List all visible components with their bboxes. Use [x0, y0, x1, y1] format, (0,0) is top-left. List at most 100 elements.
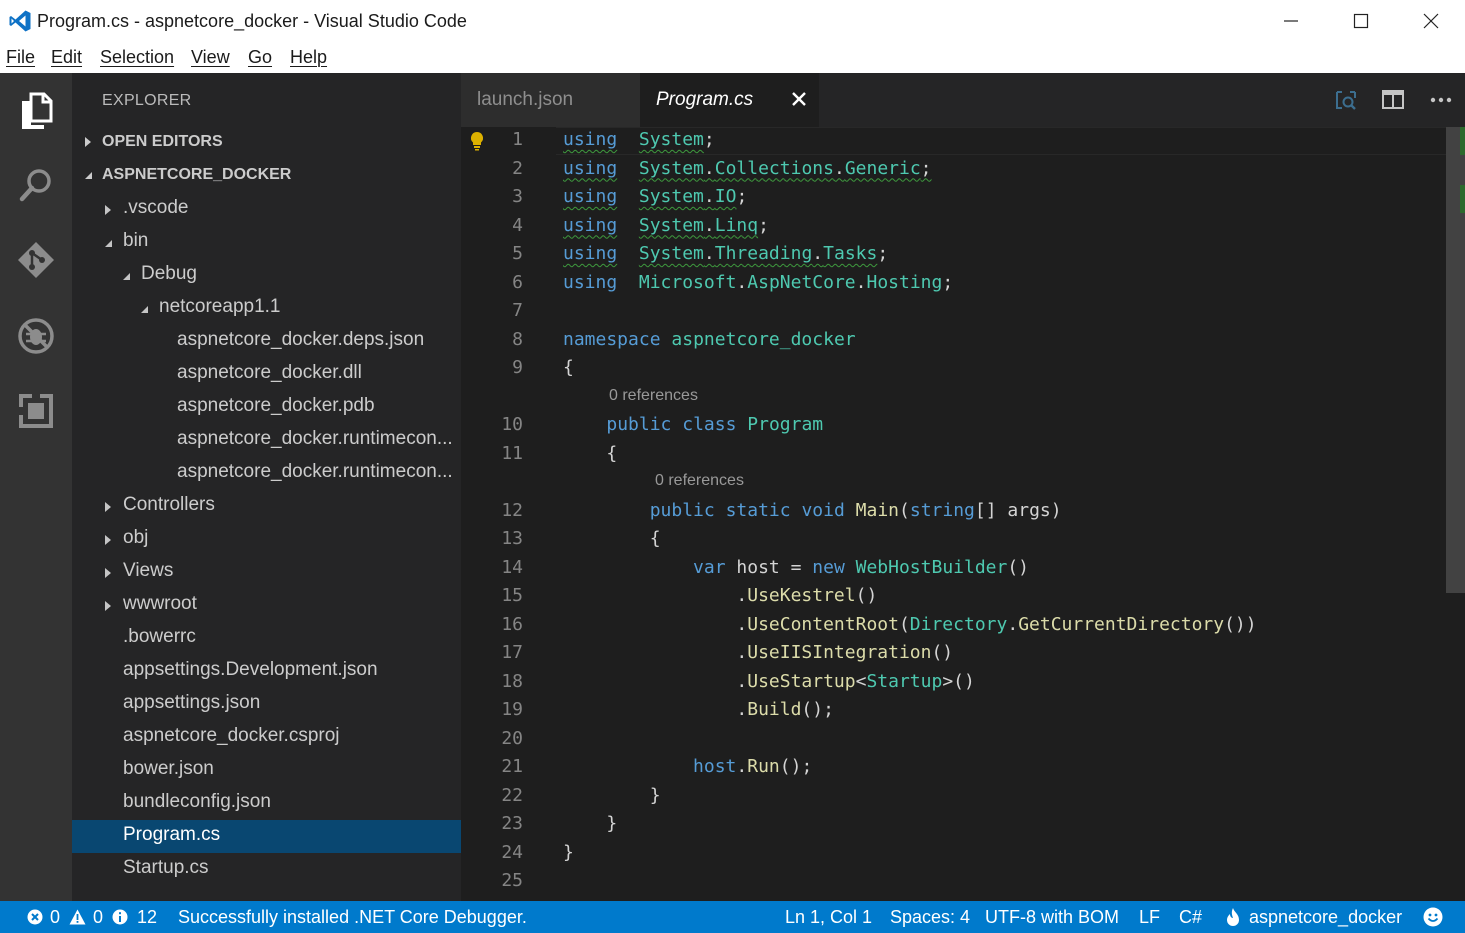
tree-file[interactable]: bundleconfig.json: [72, 787, 461, 820]
tree-file[interactable]: aspnetcore_docker.dll: [72, 358, 461, 391]
tab-label: launch.json: [477, 89, 574, 110]
code-token: UseStartup: [747, 670, 856, 692]
project-selector[interactable]: aspnetcore_docker: [1249, 907, 1402, 928]
code-token: Directory: [909, 613, 1008, 635]
code-token: Main: [855, 499, 900, 521]
git-activity-button[interactable]: [12, 236, 60, 284]
code-line: 1 using System;: [461, 127, 1446, 155]
overview-ruler-mark: [1460, 127, 1465, 155]
tree-file[interactable]: aspnetcore_docker.runtimecon...: [72, 457, 461, 490]
code-token: using: [563, 186, 618, 207]
code-line: 17 .UseIISIntegration(): [461, 640, 1446, 668]
code-line: 3 using System.IO;: [461, 184, 1446, 212]
code-token: ;: [736, 186, 748, 207]
line-number: 25: [501, 870, 523, 891]
code-token: class: [682, 414, 737, 435]
editor-scrollbar[interactable]: [1446, 127, 1465, 901]
tree-folder[interactable]: Debug: [72, 259, 461, 292]
tab-launch-json[interactable]: launch.json: [461, 73, 640, 127]
code-editor[interactable]: 1 using System; 2 using System.Collections.…: [461, 127, 1465, 901]
tree-folder[interactable]: Controllers: [72, 490, 461, 523]
language-mode[interactable]: C#: [1179, 907, 1202, 928]
code-token: using: [563, 271, 618, 293]
tree-folder[interactable]: bin: [72, 226, 461, 259]
code-line: 23 }: [461, 811, 1446, 839]
error-count[interactable]: 0: [50, 907, 60, 928]
line-content: .Build();: [563, 699, 834, 720]
info-count[interactable]: 12: [137, 907, 157, 928]
encoding-setting[interactable]: UTF-8 with BOM: [985, 907, 1119, 928]
tree-file[interactable]: aspnetcore_docker.runtimecon...: [72, 424, 461, 457]
code-line: 2 using System.Collections.Generic;: [461, 156, 1446, 184]
code-token: namespace: [563, 328, 661, 350]
tree-item-label: Startup.cs: [123, 857, 209, 878]
code-token: System: [638, 129, 704, 150]
codelens-references[interactable]: 0 references: [609, 387, 698, 405]
line-content: .UseKestrel(): [563, 585, 877, 606]
error-icon[interactable]: [27, 909, 43, 925]
code-token: .: [736, 756, 748, 777]
tree-folder[interactable]: netcoreapp1.1: [72, 292, 461, 325]
line-number: 2: [512, 157, 523, 179]
debug-activity-button[interactable]: [12, 312, 60, 360]
close-tab-icon[interactable]: [790, 90, 808, 108]
code-token: Build: [747, 699, 802, 720]
extensions-activity-button[interactable]: [12, 387, 60, 435]
project-header[interactable]: ASPNETCORE_DOCKER: [72, 159, 461, 192]
tree-file[interactable]: aspnetcore_docker.deps.json: [72, 325, 461, 358]
menu-selection[interactable]: Selection: [100, 47, 174, 68]
code-token: public: [606, 414, 672, 435]
search-activity-button[interactable]: [12, 161, 60, 209]
tree-folder[interactable]: wwwroot: [72, 589, 461, 622]
line-number: 1: [512, 129, 523, 150]
minimize-button[interactable]: [1256, 0, 1326, 42]
code-line: 14 var host = new WebHostBuilder(): [461, 555, 1446, 583]
tree-file[interactable]: Program.cs: [72, 820, 461, 853]
feedback-smiley-icon[interactable]: [1423, 907, 1443, 927]
menu-file[interactable]: File: [6, 47, 35, 68]
explorer-activity-button[interactable]: [12, 87, 60, 135]
close-window-button[interactable]: [1396, 0, 1465, 42]
flame-icon[interactable]: [1225, 907, 1241, 927]
open-editors-header[interactable]: OPEN EDITORS: [72, 126, 461, 159]
maximize-button[interactable]: [1326, 0, 1396, 42]
menu-view[interactable]: View: [191, 47, 230, 68]
tree-folder[interactable]: obj: [72, 523, 461, 556]
tree-file[interactable]: appsettings.Development.json: [72, 655, 461, 688]
tree-file[interactable]: .bowerrc: [72, 622, 461, 655]
line-number: 10: [501, 414, 523, 435]
codelens-references[interactable]: 0 references: [655, 472, 744, 490]
tree-file[interactable]: bower.json: [72, 754, 461, 787]
tree-file[interactable]: appsettings.json: [72, 688, 461, 721]
open-changes-icon[interactable]: [1334, 88, 1358, 112]
tree-file[interactable]: Startup.cs: [72, 853, 461, 886]
debug-icon: [18, 318, 54, 354]
code-token: }: [563, 813, 618, 834]
code-line: 24}: [461, 840, 1446, 868]
split-editor-icon[interactable]: [1381, 88, 1405, 112]
warning-count[interactable]: 0: [93, 907, 103, 928]
menu-go[interactable]: Go: [248, 47, 272, 68]
tab-program-cs[interactable]: Program.cs: [640, 73, 819, 127]
menu-edit[interactable]: Edit: [51, 47, 82, 68]
cursor-position[interactable]: Ln 1, Col 1: [785, 907, 872, 928]
line-content: {: [563, 443, 617, 464]
warning-icon[interactable]: [69, 909, 86, 925]
tree-folder[interactable]: .vscode: [72, 193, 461, 226]
code-token: [] args): [974, 499, 1062, 521]
code-line: 15 .UseKestrel(): [461, 583, 1446, 611]
eol-setting[interactable]: LF: [1139, 907, 1160, 928]
more-actions-icon[interactable]: [1429, 88, 1453, 112]
tree-file[interactable]: aspnetcore_docker.pdb: [72, 391, 461, 424]
info-icon[interactable]: [112, 909, 128, 925]
tab-bar: launch.json Program.cs: [461, 73, 1465, 127]
indentation-setting[interactable]: Spaces: 4: [890, 907, 970, 928]
tree-folder[interactable]: Views: [72, 556, 461, 589]
menu-help[interactable]: Help: [290, 47, 327, 68]
code-token: (): [855, 585, 878, 606]
line-content: public static void Main(string[] args): [563, 500, 1062, 521]
tree-file[interactable]: aspnetcore_docker.csproj: [72, 721, 461, 754]
